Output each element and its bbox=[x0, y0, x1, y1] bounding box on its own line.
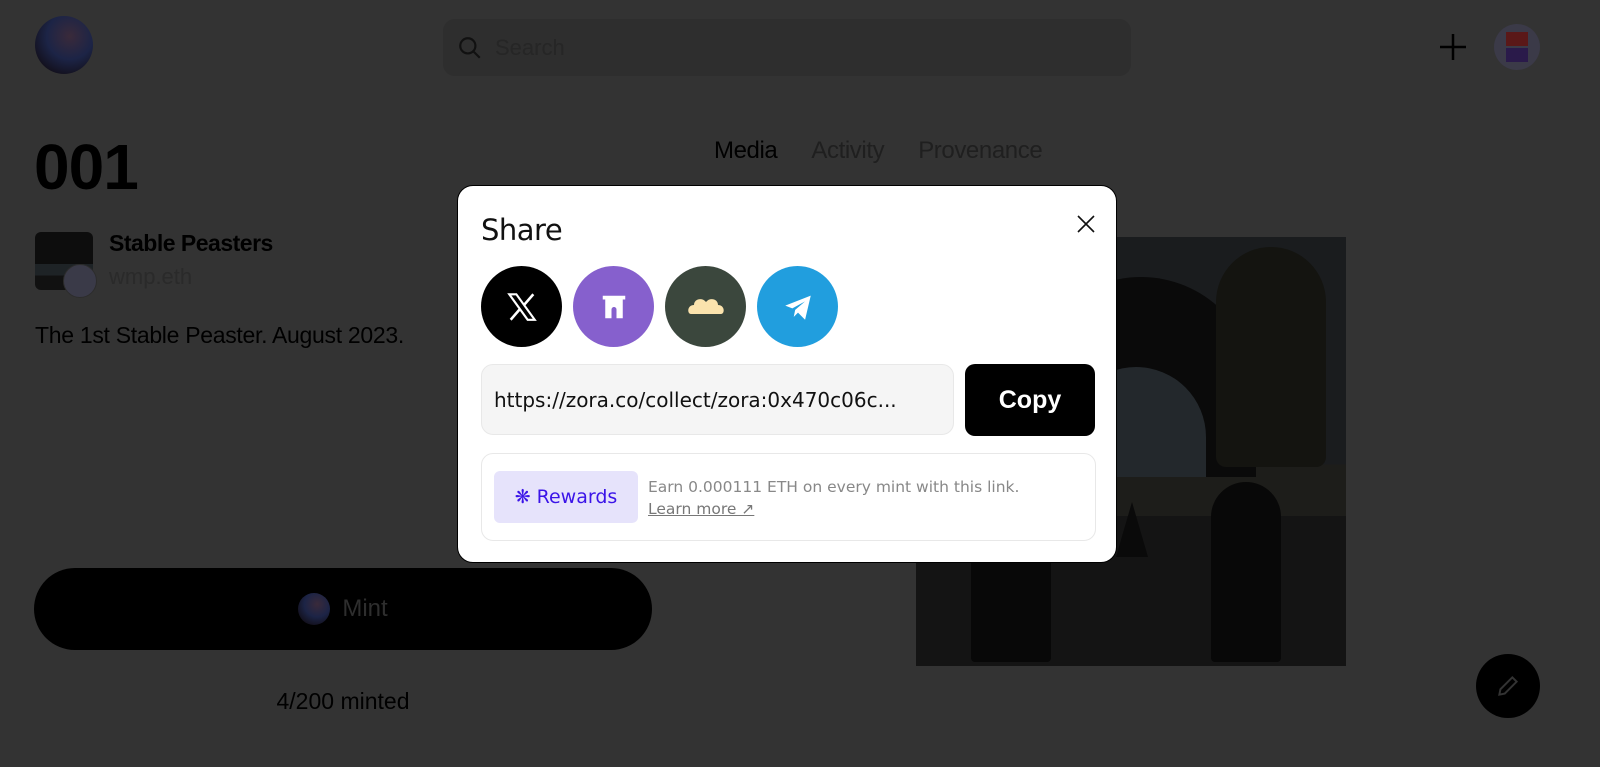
minted-count: 4/200 minted bbox=[276, 688, 410, 714]
user-avatar[interactable] bbox=[1494, 24, 1540, 70]
telegram-icon bbox=[784, 295, 811, 320]
modal-title: Share bbox=[481, 213, 563, 247]
token-description: The 1st Stable Peaster. August 2023. bbox=[35, 322, 404, 348]
rewards-label: Rewards bbox=[536, 486, 618, 508]
collection-name[interactable]: Stable Peasters bbox=[109, 230, 273, 257]
owner-name[interactable]: wmp.eth bbox=[109, 264, 192, 290]
share-url-field[interactable]: https://zora.co/collect/zora:0x470c06c..… bbox=[481, 364, 954, 435]
lens-icon bbox=[687, 298, 724, 314]
search-bar[interactable]: Search bbox=[443, 19, 1131, 76]
search-icon bbox=[459, 36, 481, 59]
close-icon[interactable] bbox=[1075, 213, 1097, 235]
rewards-text: Earn 0.000111 ETH on every mint with thi… bbox=[648, 478, 1020, 496]
share-modal: Share https://zora.co/collect/zora:0x470… bbox=[457, 185, 1117, 563]
rewards-badge: ❋ Rewards bbox=[494, 471, 638, 523]
mint-label: Mint bbox=[342, 595, 388, 622]
tabs: Media Activity Provenance bbox=[714, 137, 1043, 165]
search-input[interactable]: Search bbox=[495, 35, 565, 61]
share-telegram-button[interactable] bbox=[757, 266, 838, 347]
share-lens-button[interactable] bbox=[665, 266, 746, 347]
farcaster-icon bbox=[602, 295, 625, 318]
tab-media[interactable]: Media bbox=[714, 137, 778, 165]
sparkle-icon: ❋ bbox=[514, 486, 531, 508]
edit-button[interactable] bbox=[1476, 654, 1540, 718]
pencil-icon bbox=[1498, 675, 1519, 696]
plus-icon[interactable] bbox=[1437, 31, 1469, 63]
mint-button[interactable]: Mint bbox=[34, 568, 652, 650]
learn-more-link[interactable]: Learn more ↗ bbox=[648, 498, 754, 520]
rewards-box: ❋ Rewards Earn 0.000111 ETH on every min… bbox=[481, 453, 1096, 541]
x-logo-icon bbox=[506, 292, 537, 321]
share-x-button[interactable] bbox=[481, 266, 562, 347]
tab-provenance[interactable]: Provenance bbox=[918, 137, 1042, 165]
zora-orb-icon bbox=[298, 593, 331, 625]
owner-avatar[interactable] bbox=[63, 264, 97, 298]
share-farcaster-button[interactable] bbox=[573, 266, 654, 347]
copy-button[interactable]: Copy bbox=[965, 364, 1095, 436]
tab-activity[interactable]: Activity bbox=[811, 137, 884, 165]
token-title: 001 bbox=[34, 131, 139, 203]
zora-logo[interactable] bbox=[35, 16, 93, 74]
